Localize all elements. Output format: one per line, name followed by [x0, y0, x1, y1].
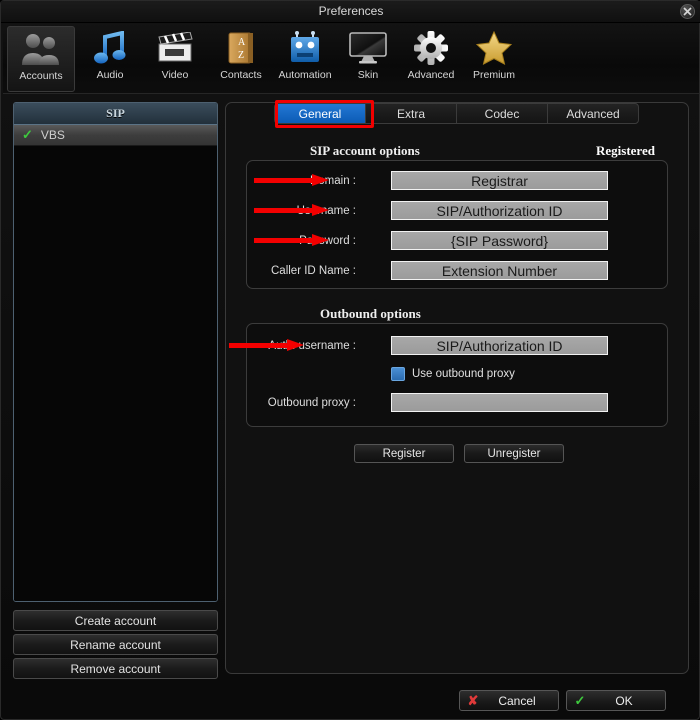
tab-bar: General Extra Codec Advanced — [274, 103, 639, 124]
toolbar: Accounts Audio — [3, 24, 699, 94]
ok-label: OK — [593, 694, 665, 708]
clapperboard-icon — [141, 26, 209, 70]
tab-advanced[interactable]: Advanced — [548, 104, 638, 123]
toolbar-item-audio[interactable]: Audio — [76, 26, 144, 92]
svg-text:A: A — [238, 37, 246, 48]
check-mark-icon: ✓ — [22, 127, 33, 143]
svg-text:Z: Z — [238, 50, 244, 61]
ok-button[interactable]: ✓ OK — [566, 690, 666, 711]
gear-icon — [397, 26, 465, 70]
toolbar-item-automation[interactable]: Automation — [265, 26, 345, 92]
toolbar-label: Automation — [265, 69, 345, 81]
auth-username-input[interactable]: SIP/Authorization ID — [391, 336, 608, 355]
caller-id-name-label: Caller ID Name : — [206, 265, 356, 277]
toolbar-label: Premium — [460, 69, 528, 81]
toolbar-item-advanced[interactable]: Advanced — [397, 26, 465, 92]
register-button[interactable]: Register — [354, 444, 454, 463]
use-outbound-proxy-label: Use outbound proxy — [412, 368, 515, 380]
monitor-icon — [334, 26, 402, 70]
toolbar-item-video[interactable]: Video — [141, 26, 209, 92]
username-input[interactable]: SIP/Authorization ID — [391, 201, 608, 220]
username-label: Username : — [206, 205, 356, 217]
tab-codec[interactable]: Codec — [457, 104, 548, 123]
x-mark-icon: ✘ — [460, 693, 486, 709]
close-x-glyph — [683, 7, 692, 16]
close-icon[interactable] — [680, 4, 695, 19]
auth-username-label: Auth. username : — [206, 340, 356, 352]
create-account-button[interactable]: Create account — [13, 610, 218, 631]
toolbar-label: Accounts — [8, 70, 74, 82]
password-label: Password : — [206, 235, 356, 247]
cancel-button[interactable]: ✘ Cancel — [459, 690, 559, 711]
sip-section-title: SIP account options — [310, 143, 420, 159]
outbound-proxy-label: Outbound proxy : — [206, 397, 356, 409]
robot-icon — [265, 26, 345, 70]
sidebar-header: SIP — [14, 103, 217, 125]
account-name: VBS — [41, 128, 65, 142]
registration-status: Registered — [596, 143, 655, 159]
checkbox-box-icon — [391, 367, 405, 381]
audio-note-icon — [76, 26, 144, 70]
title-bar: Preferences — [1, 1, 700, 23]
outbound-proxy-input[interactable] — [391, 393, 608, 412]
toolbar-label: Video — [141, 69, 209, 81]
toolbar-item-skin[interactable]: Skin — [334, 26, 402, 92]
preferences-window: Preferences Accounts — [0, 0, 700, 720]
check-mark-icon: ✓ — [567, 693, 593, 709]
sip-account-list-panel: SIP ✓ VBS — [13, 102, 218, 602]
toolbar-item-premium[interactable]: Premium — [460, 26, 528, 92]
account-list[interactable]: ✓ VBS — [14, 125, 217, 601]
caller-id-name-input[interactable]: Extension Number — [391, 261, 608, 280]
cancel-label: Cancel — [486, 694, 558, 708]
list-item[interactable]: ✓ VBS — [14, 125, 217, 146]
outbound-section-title: Outbound options — [320, 306, 421, 322]
toolbar-label: Audio — [76, 69, 144, 81]
password-input[interactable]: {SIP Password} — [391, 231, 608, 250]
remove-account-button[interactable]: Remove account — [13, 658, 218, 679]
domain-input[interactable]: Registrar — [391, 171, 608, 190]
star-icon — [460, 26, 528, 70]
accounts-icon — [8, 27, 74, 71]
toolbar-label: Skin — [334, 69, 402, 81]
unregister-button[interactable]: Unregister — [464, 444, 564, 463]
rename-account-button[interactable]: Rename account — [13, 634, 218, 655]
domain-label: Domain : — [206, 175, 356, 187]
use-outbound-proxy-checkbox[interactable]: Use outbound proxy — [391, 367, 515, 381]
toolbar-item-accounts[interactable]: Accounts — [7, 26, 75, 92]
tab-extra[interactable]: Extra — [366, 104, 457, 123]
toolbar-label: Advanced — [397, 69, 465, 81]
window-title: Preferences — [1, 4, 700, 18]
tab-general[interactable]: General — [275, 104, 366, 123]
